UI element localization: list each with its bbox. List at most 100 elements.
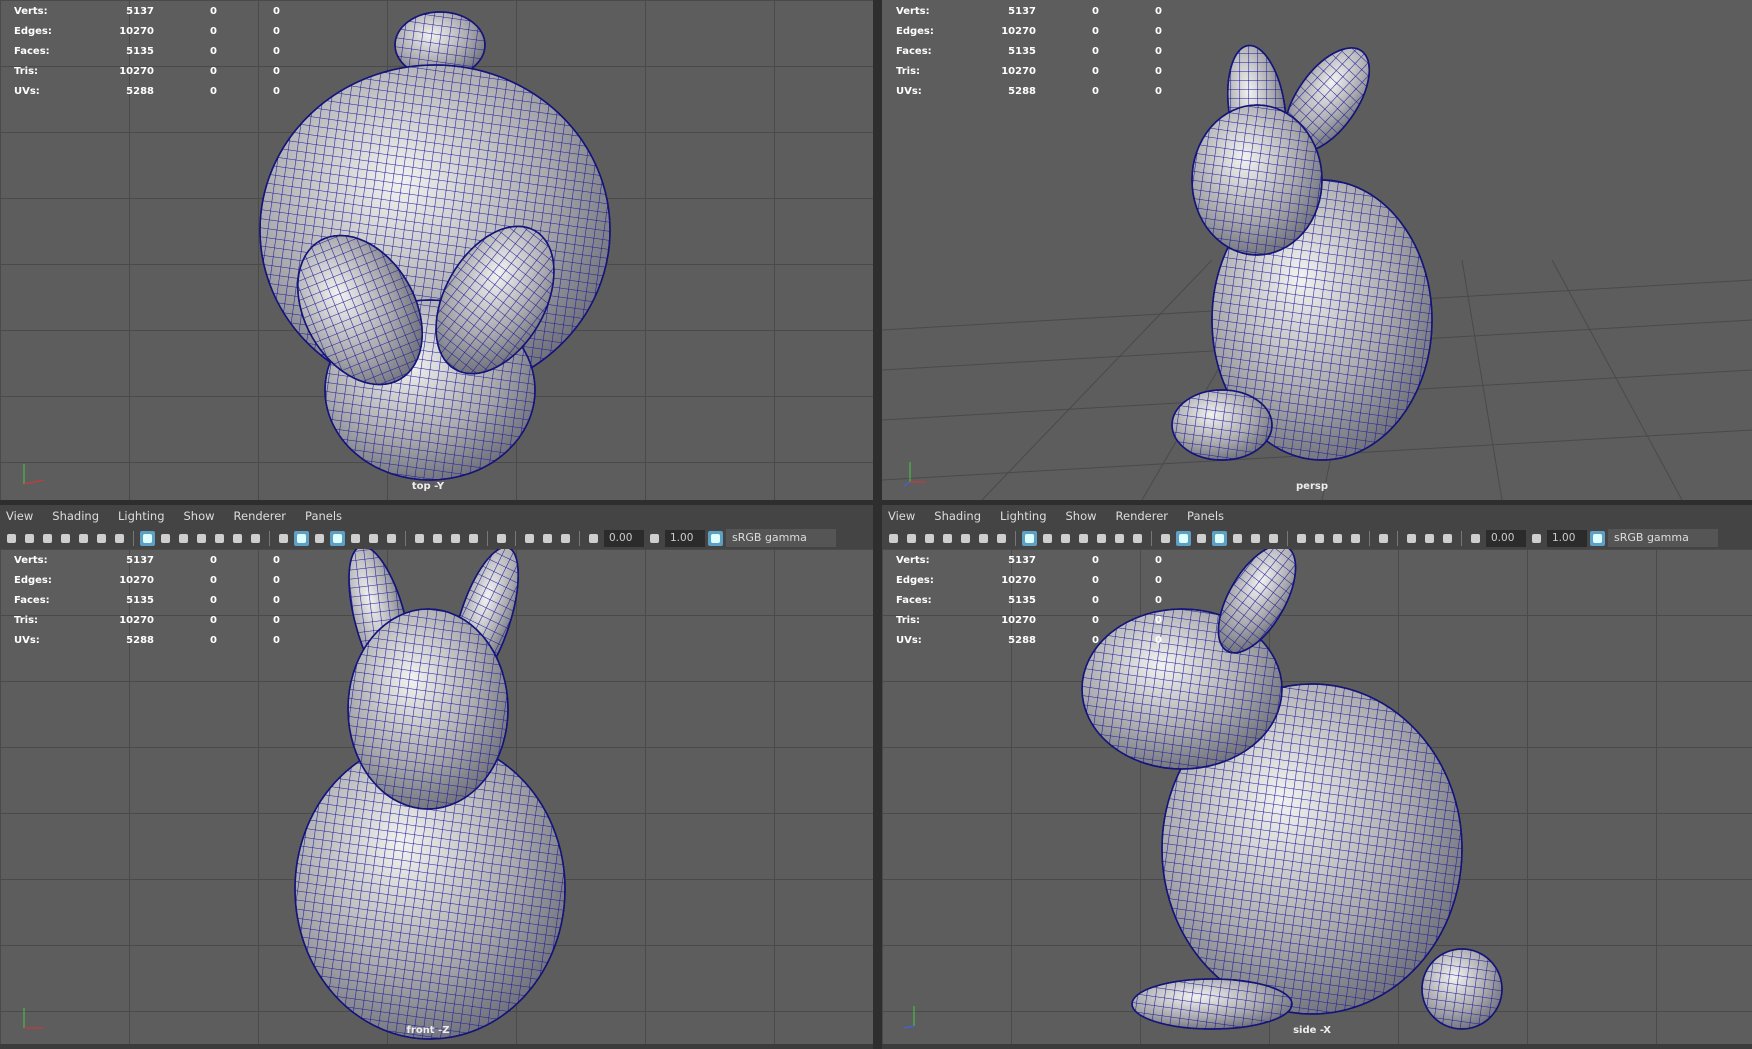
viewport-top[interactable]: Verts: 5137 0 0 Edges: 10270 0 0 Faces: 5135 0 0 Tri… — [0, 0, 873, 500]
menu-show[interactable]: Show — [1066, 509, 1097, 523]
hud-value: 0 — [1155, 46, 1162, 57]
motion-blur-icon[interactable] — [430, 530, 445, 546]
2d-pan-zoom-icon[interactable] — [976, 530, 991, 546]
xray-active-icon[interactable] — [1422, 530, 1437, 546]
default-material-icon[interactable] — [312, 530, 327, 546]
menu-panels[interactable]: Panels — [305, 509, 342, 523]
menu-view[interactable]: View — [888, 509, 915, 523]
viewport-persp[interactable]: Verts: 5137 0 0 Edges: 10270 0 0 Faces: 5135 0 0 Tri… — [882, 0, 1752, 500]
xray-joints-icon[interactable] — [522, 530, 537, 546]
hud-value: 0 — [210, 6, 217, 17]
menu-view[interactable]: View — [6, 509, 33, 523]
image-plane-icon[interactable] — [958, 530, 973, 546]
motion-blur-icon[interactable] — [1312, 530, 1327, 546]
exposure-icon[interactable] — [586, 530, 601, 546]
wireframe-icon[interactable] — [276, 530, 291, 546]
gamma-icon[interactable] — [1529, 530, 1544, 546]
use-all-lights-icon[interactable] — [366, 530, 381, 546]
xray-joints-icon[interactable] — [1404, 530, 1419, 546]
exposure-icon[interactable] — [1468, 530, 1483, 546]
safe-title-icon[interactable] — [248, 530, 263, 546]
hud-label: Verts: — [896, 6, 930, 17]
hud-row: Edges: 10270 0 0 — [14, 22, 280, 42]
menu-renderer[interactable]: Renderer — [234, 509, 287, 523]
screen-space-ao-icon[interactable] — [1294, 530, 1309, 546]
xray-icon[interactable] — [1230, 530, 1245, 546]
lock-camera-icon[interactable] — [22, 530, 37, 546]
depth-of-field-icon[interactable] — [1348, 530, 1363, 546]
gate-mask-icon[interactable] — [194, 530, 209, 546]
menu-shading[interactable]: Shading — [52, 509, 99, 523]
menu-panels[interactable]: Panels — [1187, 509, 1224, 523]
panel-bar-side: View Shading Lighting Show Renderer Panels 0.… — [882, 505, 1752, 549]
menu-renderer[interactable]: Renderer — [1116, 509, 1169, 523]
exposure-field[interactable]: 0.00 — [1486, 529, 1526, 547]
smooth-shade-icon[interactable] — [294, 530, 309, 546]
bookmark-icon[interactable] — [58, 530, 73, 546]
backface-icon[interactable] — [558, 530, 573, 546]
field-chart-icon[interactable] — [1094, 530, 1109, 546]
xray-active-icon[interactable] — [540, 530, 555, 546]
2d-pan-zoom-icon[interactable] — [94, 530, 109, 546]
lock-camera-icon[interactable] — [904, 530, 919, 546]
hud-value: 5135 — [126, 595, 154, 606]
resolution-gate-icon[interactable] — [1058, 530, 1073, 546]
grease-pencil-icon[interactable] — [112, 530, 127, 546]
resolution-gate-icon[interactable] — [176, 530, 191, 546]
hud-label: Tris: — [14, 615, 39, 626]
image-plane-icon[interactable] — [76, 530, 91, 546]
depth-of-field-icon[interactable] — [466, 530, 481, 546]
wireframe-icon[interactable] — [1158, 530, 1173, 546]
film-gate-icon[interactable] — [1040, 530, 1055, 546]
gate-mask-icon[interactable] — [1076, 530, 1091, 546]
default-material-icon[interactable] — [1194, 530, 1209, 546]
camera-attributes-icon[interactable] — [922, 530, 937, 546]
color-management-toggle-icon[interactable] — [708, 530, 723, 546]
safe-action-icon[interactable] — [1112, 530, 1127, 546]
xray-icon[interactable] — [348, 530, 363, 546]
viewport-front[interactable]: Verts: 5137 0 0 Edges: 10270 0 0 Faces: 5135 0 0 Tri… — [0, 549, 873, 1044]
color-space-field[interactable]: sRGB gamma — [1608, 529, 1718, 547]
field-chart-icon[interactable] — [212, 530, 227, 546]
backface-icon[interactable] — [1440, 530, 1455, 546]
multisample-aa-icon[interactable] — [448, 530, 463, 546]
menu-lighting[interactable]: Lighting — [118, 509, 164, 523]
exposure-field[interactable]: 0.00 — [604, 529, 644, 547]
hud-value: 5137 — [126, 6, 154, 17]
safe-title-icon[interactable] — [1130, 530, 1145, 546]
isolate-select-icon[interactable] — [494, 530, 509, 546]
camera-icon[interactable] — [886, 530, 901, 546]
multisample-aa-icon[interactable] — [1330, 530, 1345, 546]
shadows-icon[interactable] — [1266, 530, 1281, 546]
grid-icon[interactable] — [1022, 530, 1037, 546]
menu-shading[interactable]: Shading — [934, 509, 981, 523]
hud-label: Edges: — [896, 26, 934, 37]
wireframe-on-shaded-icon[interactable] — [330, 530, 345, 546]
gamma-icon[interactable] — [647, 530, 662, 546]
safe-action-icon[interactable] — [230, 530, 245, 546]
grease-pencil-icon[interactable] — [994, 530, 1009, 546]
bookmark-icon[interactable] — [940, 530, 955, 546]
grid-icon[interactable] — [140, 530, 155, 546]
gamma-field[interactable]: 1.00 — [665, 529, 705, 547]
hud-label: Faces: — [14, 46, 50, 57]
menu-lighting[interactable]: Lighting — [1000, 509, 1046, 523]
shadows-icon[interactable] — [384, 530, 399, 546]
hud-value: 0 — [210, 615, 217, 626]
camera-attributes-icon[interactable] — [40, 530, 55, 546]
color-space-field[interactable]: sRGB gamma — [726, 529, 836, 547]
camera-icon[interactable] — [4, 530, 19, 546]
toolbar-separator — [405, 530, 406, 546]
menu-show[interactable]: Show — [184, 509, 215, 523]
wireframe-on-shaded-icon[interactable] — [1212, 530, 1227, 546]
panel-menu: View Shading Lighting Show Renderer Panels — [882, 505, 1752, 527]
color-management-toggle-icon[interactable] — [1590, 530, 1605, 546]
use-all-lights-icon[interactable] — [1248, 530, 1263, 546]
pane-divider[interactable] — [873, 0, 882, 1049]
screen-space-ao-icon[interactable] — [412, 530, 427, 546]
isolate-select-icon[interactable] — [1376, 530, 1391, 546]
film-gate-icon[interactable] — [158, 530, 173, 546]
gamma-field[interactable]: 1.00 — [1547, 529, 1587, 547]
viewport-side[interactable]: Verts: 5137 0 0 Edges: 10270 0 0 Faces: 5135 0 0 Tri… — [882, 549, 1752, 1044]
smooth-shade-icon[interactable] — [1176, 530, 1191, 546]
